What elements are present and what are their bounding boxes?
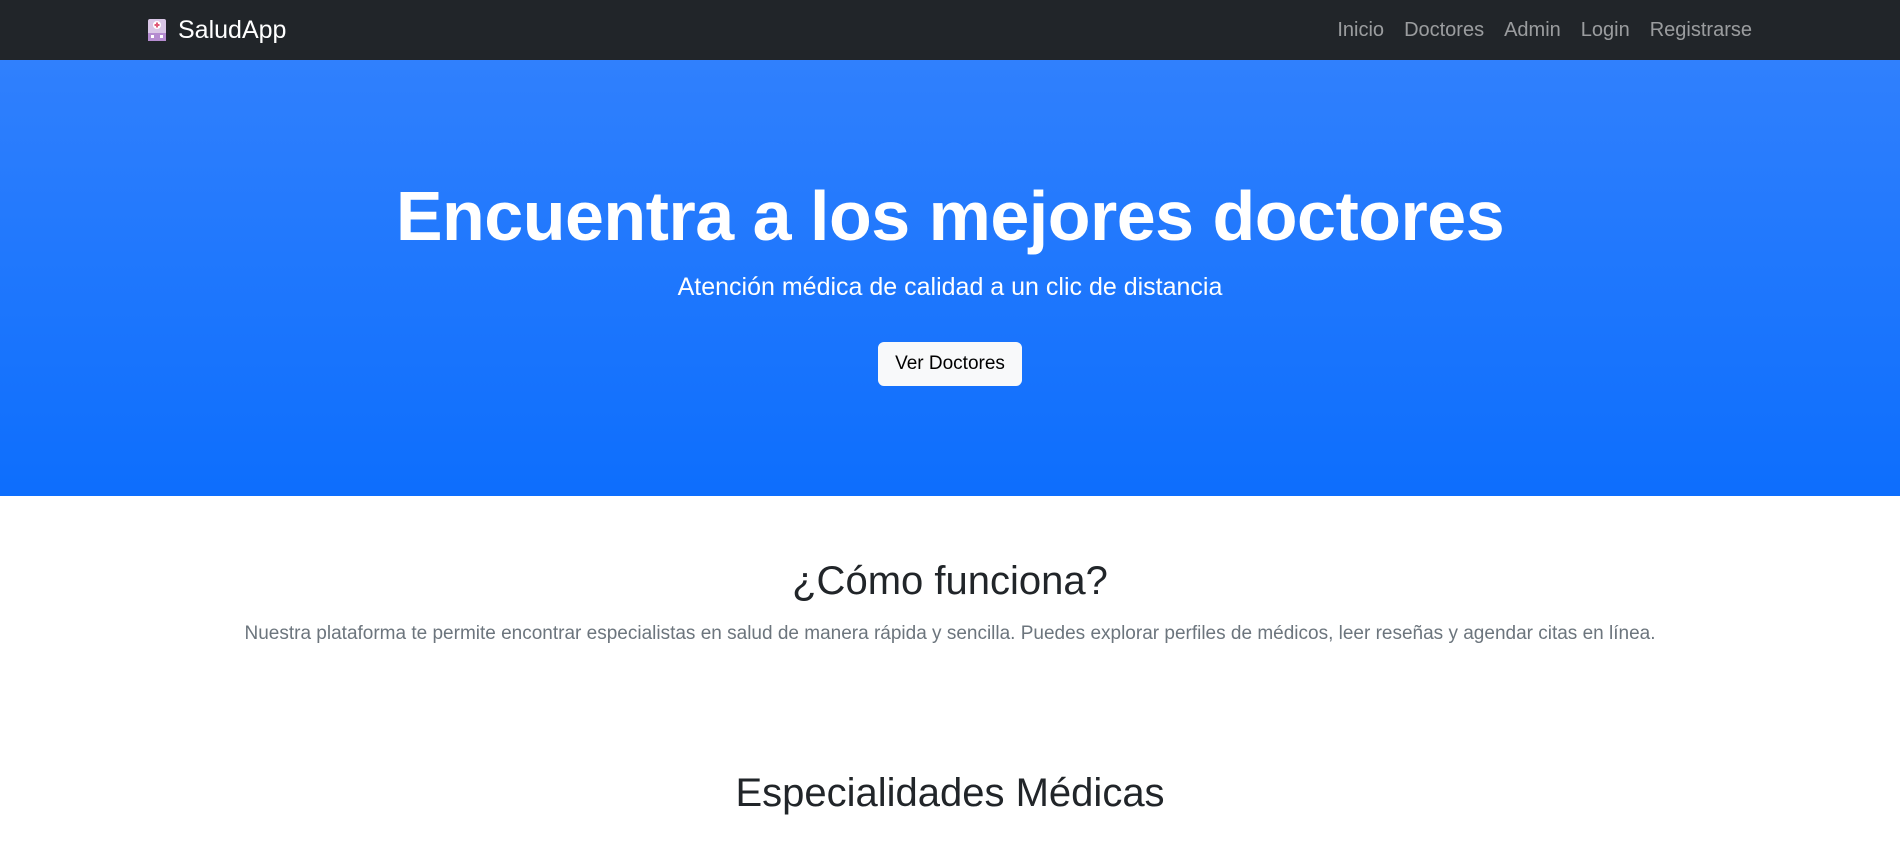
how-it-works-section: ¿Cómo funciona? Nuestra plataforma te pe… xyxy=(0,496,1900,645)
nav-link-admin[interactable]: Admin xyxy=(1504,19,1561,42)
ver-doctores-button[interactable]: Ver Doctores xyxy=(878,342,1022,386)
navbar: SaludApp Inicio Doctores Admin Login Reg… xyxy=(0,0,1900,60)
nav-link-login[interactable]: Login xyxy=(1581,19,1630,42)
brand-link[interactable]: SaludApp xyxy=(146,16,286,45)
specialties-title: Especialidades Médicas xyxy=(735,771,1165,815)
hero-section: Encuentra a los mejores doctores Atenció… xyxy=(0,60,1900,496)
nav-links: Inicio Doctores Admin Login Registrarse xyxy=(1337,19,1752,42)
hero-title: Encuentra a los mejores doctores xyxy=(395,177,1505,255)
hospital-icon xyxy=(146,17,168,43)
hero-subtitle: Atención médica de calidad a un clic de … xyxy=(677,273,1223,301)
how-it-works-text: Nuestra plataforma te permite encontrar … xyxy=(244,623,1656,644)
brand-name: SaludApp xyxy=(178,15,287,44)
how-it-works-title: ¿Cómo funciona? xyxy=(792,559,1108,603)
specialties-section: Especialidades Médicas xyxy=(0,645,1900,817)
nav-link-doctores[interactable]: Doctores xyxy=(1404,19,1484,42)
nav-link-inicio[interactable]: Inicio xyxy=(1337,19,1384,42)
nav-link-registrarse[interactable]: Registrarse xyxy=(1650,19,1752,42)
